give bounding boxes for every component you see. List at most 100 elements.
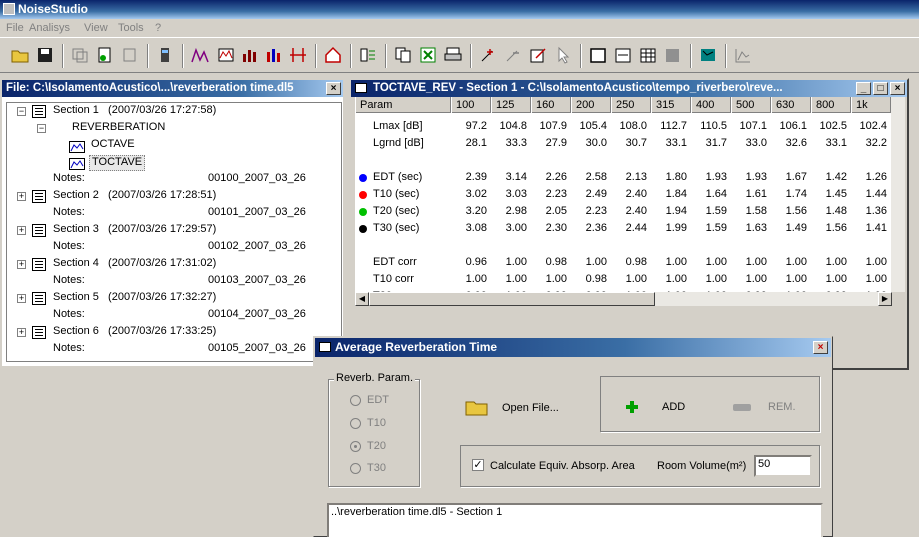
remove-cursor-icon[interactable]: [503, 46, 525, 66]
table-cell: 1.80: [665, 171, 687, 183]
table-cell: 102.5: [819, 120, 847, 132]
markers-icon[interactable]: [288, 46, 310, 66]
radio-t30-label: T30: [367, 462, 386, 474]
table-cell: 1.84: [665, 188, 687, 200]
tree-section-2[interactable]: Section 2 (2007/03/26 17:28:51): [53, 189, 216, 205]
expand-toggle[interactable]: +: [17, 260, 26, 269]
add-cursor-icon[interactable]: [478, 46, 500, 66]
stop-icon[interactable]: [663, 46, 685, 66]
octave-bands-icon[interactable]: [264, 46, 286, 66]
map-view-icon[interactable]: [698, 46, 720, 66]
open-folder-icon: [465, 401, 488, 416]
horizontal-scrollbar[interactable]: ◀ ▶: [355, 292, 892, 306]
tree-octave[interactable]: OCTAVE: [91, 138, 135, 154]
maximize-button[interactable]: □: [873, 82, 888, 95]
tree-section-4[interactable]: Section 4 (2007/03/26 17:31:02): [53, 257, 216, 273]
expand-toggle[interactable]: +: [17, 294, 26, 303]
table-cell: 105.4: [579, 120, 607, 132]
collapse-toggle[interactable]: −: [17, 107, 26, 116]
print-icon[interactable]: [443, 46, 465, 66]
col-header[interactable]: 125: [491, 97, 531, 113]
expand-toggle[interactable]: +: [17, 226, 26, 235]
remove-button[interactable]: REM.: [730, 397, 810, 417]
section-icon: [32, 292, 46, 305]
expand-toggle[interactable]: +: [17, 328, 26, 337]
room-volume-input[interactable]: 50: [754, 455, 812, 477]
col-header[interactable]: 1k: [851, 97, 891, 113]
menu-tools[interactable]: Tools: [118, 22, 144, 34]
col-header[interactable]: 200: [571, 97, 611, 113]
save-icon[interactable]: [35, 46, 57, 66]
table-cell: 3.00: [505, 222, 527, 234]
paste-window-icon[interactable]: [120, 46, 142, 66]
radio-t10[interactable]: [350, 418, 361, 429]
menu-file[interactable]: File: [6, 22, 24, 34]
col-header[interactable]: 800: [811, 97, 851, 113]
open-folder-icon[interactable]: [10, 46, 32, 66]
edit-graph-icon[interactable]: [528, 46, 550, 66]
meter-device-icon[interactable]: [155, 46, 177, 66]
menu-analisys[interactable]: Analisys: [29, 22, 70, 34]
col-header[interactable]: 100: [451, 97, 491, 113]
scroll-thumb[interactable]: [369, 292, 655, 306]
tree-reverberation[interactable]: REVERBERATION: [72, 121, 165, 137]
file-list[interactable]: ..\reverberation time.dl5 - Section 1: [327, 503, 823, 537]
chart-disabled-icon[interactable]: [733, 46, 755, 66]
minimize-button[interactable]: _: [856, 82, 871, 95]
dialog-close-button[interactable]: ×: [813, 341, 828, 354]
file-list-item[interactable]: ..\reverberation time.dl5 - Section 1: [331, 506, 819, 518]
vertical-scrollbar[interactable]: [891, 97, 905, 292]
scroll-left-arrow[interactable]: ◀: [355, 292, 369, 306]
window-view-icon[interactable]: [588, 46, 610, 66]
notes-value: 00103_2007_03_26: [208, 274, 306, 286]
table-cell: 1.41: [865, 222, 887, 234]
new-document-icon[interactable]: [95, 46, 117, 66]
tree-toctave[interactable]: TOCTAVE: [89, 155, 146, 171]
col-header[interactable]: 630: [771, 97, 811, 113]
minus-icon: [733, 404, 751, 411]
dialog-titlebar: Average Reverberation Time: [315, 338, 831, 357]
section-icon: [32, 258, 46, 271]
calc-absorption-checkbox[interactable]: ✓: [472, 459, 484, 471]
col-header[interactable]: 250: [611, 97, 651, 113]
split-view-icon[interactable]: [613, 46, 635, 66]
table-cell: 1.00: [505, 273, 527, 285]
filter-graph-icon[interactable]: [216, 46, 238, 66]
expand-toggle[interactable]: +: [17, 192, 26, 201]
col-header[interactable]: 400: [691, 97, 731, 113]
average-reverb-dialog: Average Reverberation Time × Reverb. Par…: [313, 336, 833, 537]
radio-edt[interactable]: [350, 395, 361, 406]
notes-label: Notes:: [53, 206, 85, 218]
tree-section-3[interactable]: Section 3 (2007/03/26 17:29:57): [53, 223, 216, 239]
file-panel-close-button[interactable]: ×: [326, 82, 341, 95]
spectrum-analysis-icon[interactable]: [190, 46, 212, 66]
col-header[interactable]: Param: [355, 97, 451, 113]
scroll-right-arrow[interactable]: ▶: [878, 292, 892, 306]
tree-section-6[interactable]: Section 6 (2007/03/26 17:33:25): [53, 325, 216, 341]
tree-section-5[interactable]: Section 5 (2007/03/26 17:32:27): [53, 291, 216, 307]
table-cell: 1.00: [745, 256, 767, 268]
radio-t30[interactable]: [350, 463, 361, 474]
add-label: ADD: [662, 401, 686, 413]
menu-help[interactable]: ?: [155, 22, 161, 34]
col-header[interactable]: 160: [531, 97, 571, 113]
tree-section-1[interactable]: Section 1 (2007/03/26 17:27:58): [53, 104, 216, 120]
pointer-icon[interactable]: [553, 46, 575, 66]
collapse-toggle[interactable]: −: [37, 124, 46, 133]
close-button[interactable]: ×: [890, 82, 905, 95]
menu-view[interactable]: View: [84, 22, 108, 34]
col-header[interactable]: 500: [731, 97, 771, 113]
radio-t20[interactable]: [350, 441, 361, 452]
export-excel-icon[interactable]: [418, 46, 440, 66]
table-view-icon[interactable]: [638, 46, 660, 66]
building-acoustics-icon[interactable]: [323, 46, 345, 66]
section-date: (2007/03/26 17:29:57): [108, 223, 217, 235]
open-file-button[interactable]: Open File...: [464, 397, 574, 419]
copy-icon[interactable]: [393, 46, 415, 66]
col-header[interactable]: 315: [651, 97, 691, 113]
add-button[interactable]: ADD: [622, 397, 702, 417]
copy-window-icon[interactable]: [70, 46, 92, 66]
bar-graph-icon[interactable]: [240, 46, 262, 66]
reverberation-tool-icon[interactable]: [358, 46, 380, 66]
table-cell: 1.00: [865, 273, 887, 285]
